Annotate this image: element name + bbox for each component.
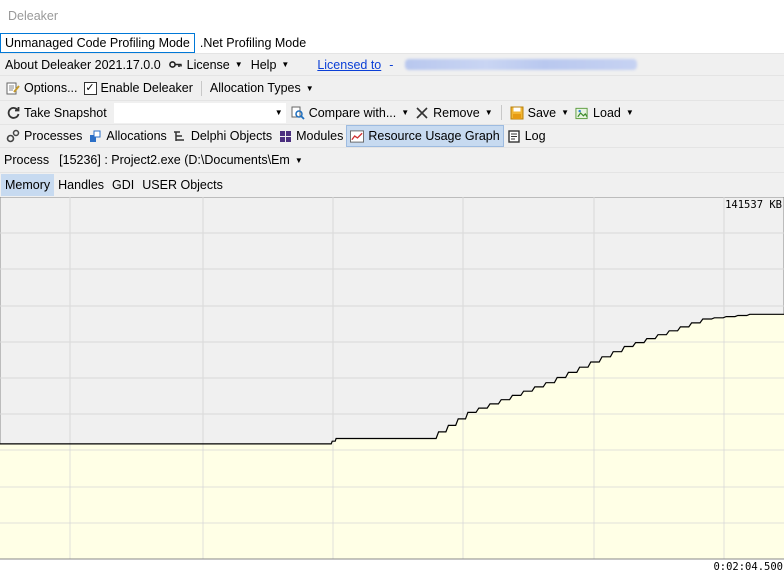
chevron-down-icon: ▼ (561, 108, 570, 117)
gears-icon (6, 129, 20, 143)
snapshot-toolbar: Take Snapshot ▼ Compare with... ▼ Remove… (0, 100, 784, 124)
chevron-down-icon: ▼ (281, 60, 290, 69)
resource-subtabs: Memory Handles GDI USER Objects (0, 172, 784, 196)
options-icon (6, 81, 20, 95)
chevron-down-icon: ▼ (625, 108, 634, 117)
chevron-down-icon: ▼ (484, 108, 493, 117)
graph-canvas (0, 197, 784, 560)
options-toolbar: Options... ✓ Enable Deleaker Allocation … (0, 75, 784, 100)
help-menu[interactable]: Help ▼ (251, 54, 290, 75)
tab-resource-usage-graph-label: Resource Usage Graph (368, 129, 500, 143)
modules-icon (278, 129, 292, 143)
window-title: Deleaker (8, 9, 59, 23)
tab-log-label: Log (524, 129, 546, 143)
remove-label: Remove (433, 105, 480, 120)
save-label: Save (527, 105, 557, 120)
graph-max-label: 141537 KB (725, 199, 782, 211)
licensed-email-redacted (405, 59, 638, 70)
load-icon (575, 106, 589, 120)
about-menu[interactable]: About Deleaker 2021.17.0.0 (5, 58, 161, 72)
chevron-down-icon: ▼ (234, 60, 243, 69)
window-titlebar: Deleaker (0, 0, 784, 32)
compare-with-label: Compare with... (308, 105, 397, 120)
tab-modules-label: Modules (296, 129, 344, 143)
licensed-to-link[interactable]: Licensed to (317, 58, 381, 72)
tree-icon (173, 129, 187, 143)
snapshot-select[interactable]: ▼ (113, 102, 286, 123)
tab-log[interactable]: Log (504, 125, 549, 147)
tab-allocations-label: Allocations (106, 129, 167, 143)
take-snapshot-button[interactable]: Take Snapshot (3, 101, 110, 124)
graph-icon (350, 129, 365, 143)
chevron-down-icon: ▼ (294, 155, 303, 165)
subtab-handles[interactable]: Handles (54, 174, 108, 196)
process-select[interactable]: [15236] : Project2.exe (D:\Documents\Em … (55, 148, 305, 172)
enable-deleaker-toggle[interactable]: ✓ Enable Deleaker (81, 76, 196, 100)
tab-unmanaged-mode[interactable]: Unmanaged Code Profiling Mode (0, 32, 195, 53)
take-snapshot-label: Take Snapshot (24, 105, 107, 120)
chevron-down-icon: ▼ (401, 108, 410, 117)
toolbar-separator (200, 80, 202, 96)
compare-with-button[interactable]: Compare with... ▼ (288, 101, 412, 124)
process-select-value: [15236] : Project2.exe (D:\Documents\Em (59, 153, 290, 167)
options-button[interactable]: Options... (3, 76, 81, 100)
remove-button[interactable]: Remove ▼ (412, 101, 495, 124)
options-label: Options... (24, 81, 78, 95)
key-icon (169, 58, 183, 72)
tab-processes-label: Processes (24, 129, 83, 143)
process-label: Process (4, 153, 50, 167)
chevron-down-icon: ▼ (274, 108, 283, 117)
help-label: Help (250, 57, 277, 72)
subtab-memory[interactable]: Memory (1, 173, 55, 196)
tab-processes[interactable]: Processes (3, 125, 85, 147)
view-tabs: Processes Allocations Delphi Objects Mod… (0, 124, 784, 147)
resource-usage-graph: 141537 KB 0:02:04.500 (0, 197, 784, 573)
log-icon (507, 129, 521, 143)
profiling-mode-tabs: Unmanaged Code Profiling Mode .Net Profi… (0, 32, 784, 53)
allocation-types-dropdown[interactable]: Allocation Types ▼ (207, 76, 317, 100)
process-selector-row: Process [15236] : Project2.exe (D:\Docum… (0, 147, 784, 172)
load-button[interactable]: Load ▼ (572, 101, 637, 124)
toolbar-separator (500, 105, 502, 120)
tab-resource-usage-graph[interactable]: Resource Usage Graph (346, 125, 504, 147)
graph-time-label: 0:02:04.500 (713, 561, 783, 573)
main-menu-bar: About Deleaker 2021.17.0.0 License ▼ Hel… (0, 53, 784, 75)
save-button[interactable]: Save ▼ (507, 101, 572, 124)
enable-deleaker-checkbox[interactable]: ✓ (83, 81, 97, 95)
refresh-icon (6, 106, 20, 120)
subtab-user-objects[interactable]: USER Objects (138, 174, 227, 196)
compare-icon (291, 106, 305, 120)
allocations-icon (88, 129, 102, 143)
license-label: License (186, 57, 230, 72)
tab-modules[interactable]: Modules (275, 125, 346, 147)
chevron-down-icon: ▼ (305, 83, 314, 93)
close-icon (415, 106, 429, 120)
license-menu[interactable]: License ▼ (169, 54, 243, 75)
subtab-gdi[interactable]: GDI (108, 174, 138, 196)
tab-delphi-objects[interactable]: Delphi Objects (170, 125, 275, 147)
allocation-types-label: Allocation Types (209, 81, 301, 95)
save-icon (510, 106, 524, 120)
tab-delphi-objects-label: Delphi Objects (190, 129, 273, 143)
tab-allocations[interactable]: Allocations (85, 125, 169, 147)
tab-dotnet-mode[interactable]: .Net Profiling Mode (195, 33, 311, 53)
enable-deleaker-label: Enable Deleaker (100, 81, 193, 95)
load-label: Load (593, 105, 621, 120)
